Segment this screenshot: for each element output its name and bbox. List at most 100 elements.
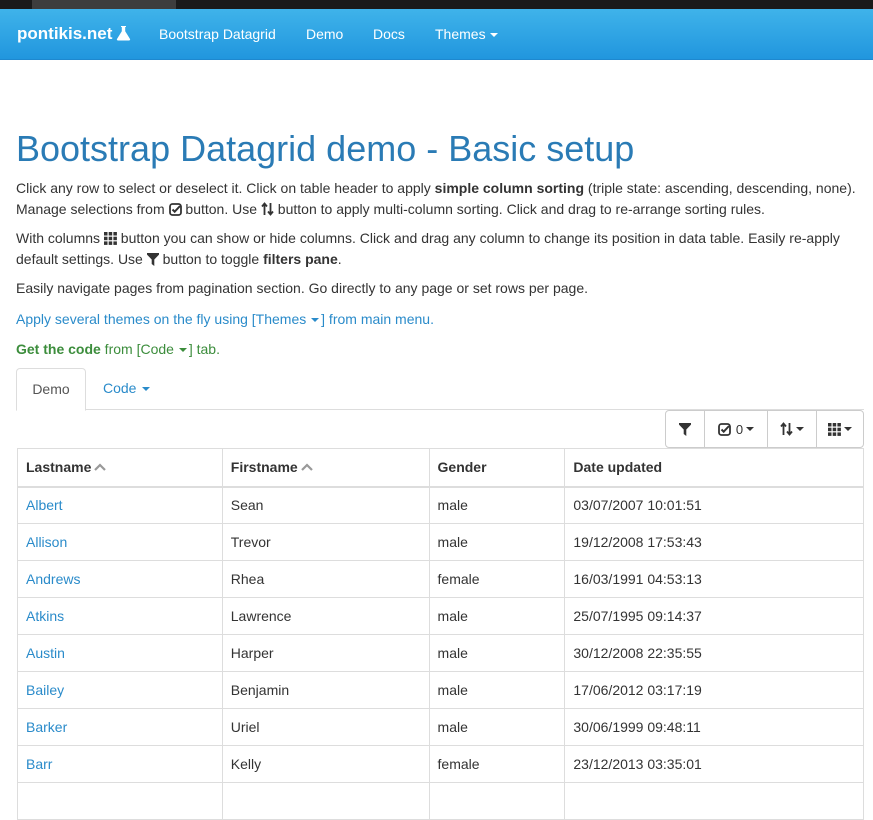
cell-lastname[interactable]: Allison [17, 523, 223, 561]
cell-date: 19/12/2008 17:53:43 [564, 523, 864, 561]
cell-lastname[interactable]: Albert [17, 486, 223, 524]
cell-gender: female [428, 745, 566, 783]
main-navbar: pontikis.net Bootstrap Datagrid Demo Doc… [0, 9, 873, 60]
filter-button[interactable] [665, 410, 705, 448]
active-strip [32, 0, 176, 9]
cell-firstname: Kelly [221, 745, 430, 783]
cell-firstname: Sean [221, 486, 430, 524]
intro-text: button to apply multi-column sorting. Cl… [273, 200, 765, 217]
sort-asc-icon [94, 463, 107, 472]
cell-firstname: Benjamin [221, 671, 430, 709]
cell-lastname[interactable] [17, 782, 223, 820]
table-row[interactable]: Austin Harper male 30/12/2008 22:35:55 [17, 634, 864, 672]
col-header-label: Firstname [230, 459, 298, 476]
check-square-icon [168, 202, 182, 216]
code-text: ] tab. [188, 341, 220, 357]
selections-button[interactable]: 0 [704, 410, 768, 448]
cell-lastname[interactable]: Atkins [17, 597, 223, 635]
brand-label: pontikis.net [17, 24, 113, 43]
filter-icon [679, 422, 691, 436]
cell-gender [428, 782, 566, 820]
cell-date: 30/12/2008 22:35:55 [564, 634, 864, 672]
table-row[interactable]: Albert Sean male 03/07/2007 10:01:51 [17, 486, 864, 524]
columns-text: button you can show or hide columns. Cli… [16, 230, 840, 267]
nav-themes-dropdown[interactable]: Themes [435, 9, 498, 60]
chevron-down-icon [844, 427, 852, 431]
brand-link[interactable]: pontikis.net [17, 9, 131, 60]
grid-icon [103, 232, 117, 245]
chevron-down-icon [489, 33, 498, 38]
cell-lastname[interactable]: Bailey [17, 671, 223, 709]
cell-firstname: Harper [221, 634, 430, 672]
nav-docs[interactable]: Docs [373, 9, 405, 60]
chevron-down-icon [796, 427, 804, 431]
sort-asc-icon [300, 463, 313, 472]
themes-text: ] from main menu. [321, 311, 434, 327]
table-row[interactable]: Barker Uriel male 30/06/1999 09:48:11 [17, 708, 864, 746]
flask-icon [117, 26, 131, 41]
columns-text: With columns [16, 230, 104, 246]
cell-date: 30/06/1999 09:48:11 [564, 708, 864, 746]
intro-text: button. Use [181, 200, 261, 217]
cell-gender: male [428, 597, 566, 635]
cell-firstname: Lawrence [221, 597, 430, 635]
table-row[interactable]: Allison Trevor male 19/12/2008 17:53:43 [17, 523, 864, 561]
code-text: from [Code [100, 341, 178, 357]
columns-paragraph: With columns button you can show or hide… [16, 228, 866, 269]
columns-text: button to toggle [158, 250, 264, 267]
intro-text: Click any row to select or deselect it. … [16, 180, 435, 196]
cell-firstname: Uriel [221, 708, 430, 746]
cell-date: 03/07/2007 10:01:51 [564, 486, 864, 524]
code-bold: Get the code [16, 341, 101, 357]
cell-date [564, 782, 864, 820]
tab-code-dropdown[interactable]: Code [88, 368, 165, 410]
cell-gender: male [428, 671, 566, 709]
filter-icon [146, 252, 159, 266]
selection-count: 0 [735, 421, 744, 437]
chevron-down-icon [746, 427, 755, 431]
chevron-down-icon [142, 387, 151, 392]
cell-firstname: Rhea [221, 560, 430, 598]
cell-lastname[interactable]: Barr [17, 745, 223, 783]
cell-gender: male [428, 634, 566, 672]
sort-icon [261, 201, 274, 216]
intro-paragraph: Click any row to select or deselect it. … [16, 178, 866, 219]
cell-date: 17/06/2012 03:17:19 [564, 671, 864, 709]
cell-lastname[interactable]: Barker [17, 708, 223, 746]
table-row[interactable]: Bailey Benjamin male 17/06/2012 03:17:19 [17, 671, 864, 709]
col-header-gender[interactable]: Gender [428, 448, 566, 488]
col-header-date-updated[interactable]: Date updated [564, 448, 864, 488]
chevron-down-icon [178, 348, 187, 353]
themes-paragraph: Apply several themes on the fly using [T… [16, 309, 866, 330]
cell-lastname[interactable]: Austin [17, 634, 223, 672]
nav-themes-label: Themes [435, 26, 486, 42]
nav-bootstrap-datagrid[interactable]: Bootstrap Datagrid [159, 9, 276, 60]
code-paragraph: Get the code from [Code ] tab. [16, 339, 866, 360]
cell-gender: male [428, 486, 566, 524]
data-grid: Lastname Firstname Gender Date updated A… [17, 448, 864, 820]
intro-bold: simple column sorting [434, 180, 585, 196]
chevron-down-icon [311, 318, 320, 323]
cell-firstname [221, 782, 430, 820]
cell-date: 25/07/1995 09:14:37 [564, 597, 864, 635]
table-row[interactable]: Barr Kelly female 23/12/2013 03:35:01 [17, 745, 864, 783]
cell-date: 16/03/1991 04:53:13 [564, 560, 864, 598]
cell-gender: male [428, 708, 566, 746]
columns-button[interactable] [816, 410, 864, 448]
themes-text: Apply several themes on the fly using [T… [16, 311, 311, 327]
table-row[interactable]: Andrews Rhea female 16/03/1991 04:53:13 [17, 560, 864, 598]
table-row[interactable]: Atkins Lawrence male 25/07/1995 09:14:37 [17, 597, 864, 635]
columns-text: . [337, 250, 342, 267]
cell-gender: male [428, 523, 566, 561]
cell-lastname[interactable]: Andrews [17, 560, 223, 598]
table-row[interactable] [17, 782, 864, 820]
sorting-button[interactable] [767, 410, 817, 448]
nav-demo[interactable]: Demo [306, 9, 343, 60]
col-header-firstname[interactable]: Firstname [221, 448, 430, 488]
sort-icon [780, 422, 793, 436]
col-header-lastname[interactable]: Lastname [17, 448, 223, 488]
browser-top-strip [0, 0, 873, 9]
grid-header-row: Lastname Firstname Gender Date updated [17, 448, 864, 488]
cell-date: 23/12/2013 03:35:01 [564, 745, 864, 783]
tab-demo[interactable]: Demo [16, 368, 86, 411]
